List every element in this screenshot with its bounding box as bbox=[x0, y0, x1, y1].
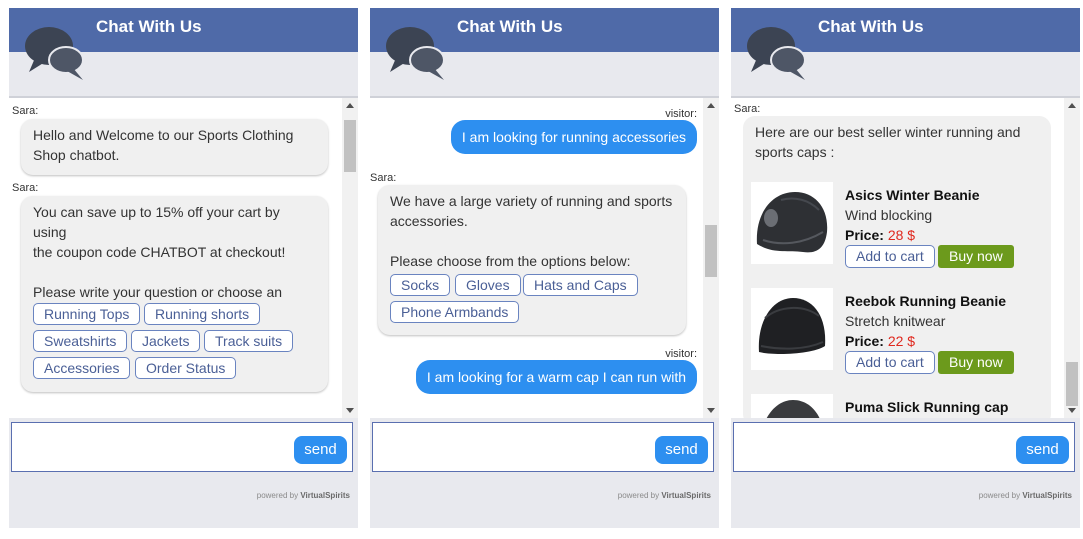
chat-messages[interactable]: visitor: I am looking for running access… bbox=[370, 98, 719, 418]
product-name[interactable]: Puma Slick Running cap bbox=[845, 399, 1008, 415]
product-price: Price: 28 $ bbox=[845, 227, 915, 243]
chat-widget-2: Chat With Us visitor: I am looking for r… bbox=[370, 8, 719, 528]
price-value: 22 $ bbox=[887, 333, 916, 349]
buy-now-button[interactable]: Buy now bbox=[938, 351, 1014, 374]
scroll-up-arrow-icon[interactable] bbox=[1068, 103, 1076, 108]
product-card: Asics Winter Beanie Wind blocking Price:… bbox=[751, 182, 1051, 282]
message-line bbox=[390, 231, 674, 251]
product-image[interactable] bbox=[751, 182, 833, 264]
option-running-tops[interactable]: Running Tops bbox=[33, 303, 141, 325]
message-line: Please choose from the options below: bbox=[390, 253, 631, 269]
powered-brand[interactable]: VirtualSpirits bbox=[1022, 491, 1072, 500]
visitor-message: I am looking for running accessories bbox=[450, 120, 697, 154]
scroll-down-arrow-icon[interactable] bbox=[346, 408, 354, 413]
message-line: the coupon code CHATBOT at checkout! bbox=[33, 244, 286, 260]
message-sender: Sara: bbox=[370, 172, 397, 184]
product-description: Stretch knitwear bbox=[845, 313, 946, 329]
powered-prefix: powered by bbox=[256, 491, 299, 500]
message-line bbox=[33, 262, 316, 282]
product-name[interactable]: Asics Winter Beanie bbox=[845, 187, 979, 203]
message-line: You can save up to 15% off your cart by … bbox=[33, 204, 280, 240]
message-input[interactable]: send bbox=[372, 422, 714, 472]
chat-widget-3: Chat With Us Sara: Here are our best sel… bbox=[731, 8, 1080, 528]
chat-bubbles-icon bbox=[25, 27, 84, 80]
powered-prefix: powered by bbox=[978, 491, 1021, 500]
product-image[interactable] bbox=[751, 288, 833, 370]
option-track-suits[interactable]: Track suits bbox=[204, 330, 294, 352]
beanie-image-icon bbox=[766, 400, 820, 418]
chat-bubbles-icon bbox=[386, 27, 445, 80]
message-line: Hello and Welcome to our Sports Clothing bbox=[33, 127, 294, 143]
powered-brand[interactable]: VirtualSpirits bbox=[661, 491, 711, 500]
price-label: Price: bbox=[845, 227, 884, 243]
message-input[interactable]: send bbox=[11, 422, 353, 472]
option-gloves[interactable]: Gloves bbox=[455, 274, 521, 296]
chat-widget-1: Chat With Us Sara: Hello and Welcome to … bbox=[9, 8, 358, 528]
scroll-down-arrow-icon[interactable] bbox=[707, 408, 715, 413]
message-sender: visitor: bbox=[665, 348, 697, 360]
scrollbar-thumb[interactable] bbox=[1066, 362, 1078, 406]
product-card: Puma Slick Running cap bbox=[751, 394, 1051, 418]
chat-scrollbar[interactable] bbox=[1064, 98, 1080, 418]
option-socks[interactable]: Socks bbox=[390, 274, 451, 296]
powered-by: powered by VirtualSpirits bbox=[979, 491, 1072, 500]
option-phone-armbands[interactable]: Phone Armbands bbox=[390, 301, 520, 323]
message-sender: visitor: bbox=[665, 108, 697, 120]
price-value: 28 $ bbox=[887, 227, 916, 243]
message-sender: Sara: bbox=[734, 103, 761, 115]
option-sweatshirts[interactable]: Sweatshirts bbox=[33, 330, 128, 352]
chat-title: Chat With Us bbox=[96, 17, 202, 36]
message-line: Here are our best seller winter running … bbox=[755, 124, 1021, 140]
message-line: sports caps : bbox=[755, 144, 835, 160]
product-image[interactable] bbox=[751, 394, 833, 418]
product-name[interactable]: Reebok Running Beanie bbox=[845, 293, 1006, 309]
beanie-image-icon bbox=[756, 192, 828, 253]
beanie-image-icon bbox=[758, 298, 826, 354]
chat-scrollbar[interactable] bbox=[703, 98, 719, 418]
visitor-message: I am looking for a warm cap I can run wi… bbox=[415, 360, 697, 394]
scrollbar-thumb[interactable] bbox=[705, 225, 717, 277]
chat-title: Chat With Us bbox=[457, 17, 563, 36]
buy-now-button[interactable]: Buy now bbox=[938, 245, 1014, 268]
scrollbar-thumb[interactable] bbox=[344, 120, 356, 172]
message-line: accessories. bbox=[390, 213, 468, 229]
send-button[interactable]: send bbox=[294, 436, 347, 464]
product-price: Price: 22 $ bbox=[845, 333, 915, 349]
product-card: Reebok Running Beanie Stretch knitwear P… bbox=[751, 288, 1051, 388]
chat-title: Chat With Us bbox=[818, 17, 924, 36]
chat-bubbles-icon bbox=[747, 27, 806, 80]
chat-messages[interactable]: Sara: Here are our best seller winter ru… bbox=[731, 98, 1080, 418]
message-sender: Sara: bbox=[12, 182, 39, 194]
powered-by: powered by VirtualSpirits bbox=[257, 491, 350, 500]
bot-message: Hello and Welcome to our Sports Clothing… bbox=[21, 119, 328, 175]
message-line: Shop chatbot. bbox=[33, 147, 120, 163]
option-jackets[interactable]: Jackets bbox=[131, 330, 201, 352]
powered-by: powered by VirtualSpirits bbox=[618, 491, 711, 500]
scroll-up-arrow-icon[interactable] bbox=[707, 103, 715, 108]
scroll-down-arrow-icon[interactable] bbox=[1068, 408, 1076, 413]
powered-brand[interactable]: VirtualSpirits bbox=[300, 491, 350, 500]
message-line: Please write your question or choose an bbox=[33, 284, 283, 300]
powered-prefix: powered by bbox=[617, 491, 660, 500]
price-label: Price: bbox=[845, 333, 884, 349]
scroll-up-arrow-icon[interactable] bbox=[346, 103, 354, 108]
add-to-cart-button[interactable]: Add to cart bbox=[845, 245, 935, 268]
chat-scrollbar[interactable] bbox=[342, 98, 358, 418]
message-sender: Sara: bbox=[12, 105, 39, 117]
option-hats-and-caps[interactable]: Hats and Caps bbox=[523, 274, 638, 296]
option-accessories[interactable]: Accessories bbox=[33, 357, 131, 379]
chat-messages[interactable]: Sara: Hello and Welcome to our Sports Cl… bbox=[9, 98, 358, 418]
option-order-status[interactable]: Order Status bbox=[135, 357, 237, 379]
send-button[interactable]: send bbox=[655, 436, 708, 464]
send-button[interactable]: send bbox=[1016, 436, 1069, 464]
option-running-shorts[interactable]: Running shorts bbox=[144, 303, 261, 325]
message-line: We have a large variety of running and s… bbox=[390, 193, 673, 209]
product-description: Wind blocking bbox=[845, 207, 933, 223]
message-input[interactable]: send bbox=[733, 422, 1075, 472]
add-to-cart-button[interactable]: Add to cart bbox=[845, 351, 935, 374]
